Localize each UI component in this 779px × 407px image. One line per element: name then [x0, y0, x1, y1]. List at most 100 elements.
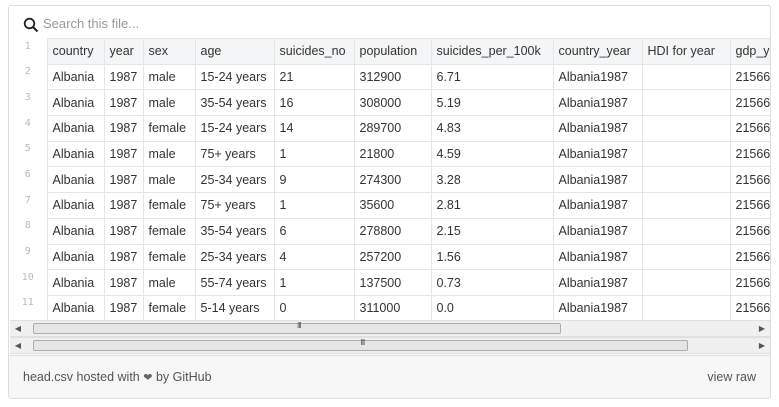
- table-cell: [641, 192, 731, 219]
- table-cell: 14: [273, 115, 355, 142]
- table-cell: male: [142, 89, 196, 117]
- table-cell: 3.28: [430, 166, 554, 194]
- table-cell: 0: [273, 294, 355, 321]
- column-header[interactable]: country_year: [552, 38, 643, 65]
- table-cell: [641, 63, 731, 91]
- column-header[interactable]: suicides_no: [273, 38, 355, 65]
- table-cell: 311000: [353, 294, 432, 321]
- table-cell: Albania: [46, 89, 105, 117]
- hosted-with-text: hosted with: [76, 370, 140, 384]
- table-cell: 21566: [729, 166, 770, 194]
- table-cell: 312900: [353, 63, 432, 91]
- scroll-right-arrow-icon[interactable]: ▶: [754, 321, 770, 336]
- table-cell: 21566: [729, 115, 770, 142]
- table-cell: 1987: [103, 192, 144, 219]
- table-cell: 5-14 years: [194, 294, 275, 321]
- table-cell: 1.56: [430, 243, 554, 271]
- table-row: 5 Albania 1987 male 75+ years 1 21800 4.59 Alban…: [9, 140, 770, 168]
- table-cell: Albania1987: [552, 166, 643, 194]
- table-cell: 21566: [729, 269, 770, 296]
- csv-table-viewport[interactable]: 1 country year sex age suicides_no population s…: [9, 38, 770, 321]
- scroll-thumb[interactable]: III: [33, 338, 688, 351]
- table-cell: 1987: [103, 89, 144, 117]
- scroll-left-arrow-icon[interactable]: ◀: [10, 321, 26, 336]
- table-cell: Albania: [46, 269, 105, 296]
- table-cell: [641, 89, 731, 117]
- table-cell: 1987: [103, 294, 144, 321]
- line-number[interactable]: 1: [9, 38, 48, 65]
- scroll-grip-icon: III: [297, 321, 302, 330]
- table-cell: 15-24 years: [194, 115, 275, 142]
- heart-icon: ❤: [143, 372, 153, 384]
- scroll-left-arrow-icon[interactable]: ◀: [10, 338, 26, 353]
- table-cell: 75+ years: [194, 192, 275, 219]
- table-cell: 257200: [353, 243, 432, 271]
- table-cell: 1987: [103, 217, 144, 245]
- column-header[interactable]: age: [194, 38, 275, 65]
- table-row: 3 Albania 1987 male 35-54 years 16 308000 5.19 A…: [9, 89, 770, 117]
- github-link[interactable]: GitHub: [173, 370, 212, 384]
- csv-table: 1 country year sex age suicides_no population s…: [9, 38, 770, 321]
- table-cell: [641, 243, 731, 271]
- column-header[interactable]: population: [353, 38, 432, 65]
- table-cell: 21566: [729, 192, 770, 219]
- table-cell: female: [142, 243, 196, 271]
- table-cell: 0.0: [430, 294, 554, 321]
- outer-horizontal-scrollbar[interactable]: ◀ III ▶: [10, 337, 770, 354]
- line-number[interactable]: 11: [9, 295, 48, 321]
- table-cell: female: [142, 217, 196, 245]
- table-cell: 2.81: [430, 192, 554, 219]
- line-number[interactable]: 9: [9, 244, 48, 270]
- table-cell: Albania1987: [552, 294, 643, 321]
- column-header[interactable]: country: [46, 38, 105, 65]
- table-cell: 0.73: [430, 269, 554, 296]
- line-number[interactable]: 4: [9, 115, 48, 142]
- column-header[interactable]: gdp_y: [729, 38, 770, 65]
- search-input[interactable]: [43, 13, 443, 33]
- table-cell: Albania: [46, 294, 105, 321]
- column-header[interactable]: sex: [142, 38, 196, 65]
- table-cell: female: [142, 192, 196, 219]
- scroll-thumb[interactable]: III: [33, 321, 561, 334]
- table-cell: 25-34 years: [194, 166, 275, 194]
- table-cell: 55-74 years: [194, 269, 275, 296]
- column-header[interactable]: year: [103, 38, 144, 65]
- table-cell: 1987: [103, 140, 144, 168]
- table-cell: 21800: [353, 140, 432, 168]
- line-number[interactable]: 3: [9, 89, 48, 116]
- table-cell: 21566: [729, 63, 770, 91]
- table-cell: [641, 294, 731, 321]
- inner-horizontal-scrollbar[interactable]: ◀ III ▶: [10, 320, 770, 337]
- table-cell: 6.71: [430, 63, 554, 91]
- table-cell: 5.19: [430, 89, 554, 117]
- line-number[interactable]: 6: [9, 166, 48, 193]
- line-number[interactable]: 2: [9, 64, 48, 90]
- table-cell: Albania: [46, 192, 105, 219]
- table-cell: 21: [273, 63, 355, 91]
- scroll-right-arrow-icon[interactable]: ▶: [754, 338, 770, 353]
- table-cell: 16: [273, 89, 355, 117]
- line-number[interactable]: 8: [9, 218, 48, 244]
- line-number[interactable]: 7: [9, 192, 48, 219]
- table-row: 11 Albania 1987 female 5-14 years 0 311000 0.0 A…: [9, 294, 770, 321]
- table-cell: [641, 140, 731, 168]
- table-cell: [641, 115, 731, 142]
- table-cell: Albania: [46, 217, 105, 245]
- column-header[interactable]: HDI for year: [641, 38, 731, 65]
- table-cell: 2.15: [430, 217, 554, 245]
- view-raw-link[interactable]: view raw: [707, 370, 756, 384]
- file-name-link[interactable]: head.csv: [23, 370, 73, 384]
- table-cell: Albania1987: [552, 269, 643, 296]
- table-cell: [641, 166, 731, 194]
- table-cell: 21566: [729, 89, 770, 117]
- table-cell: 15-24 years: [194, 63, 275, 91]
- table-cell: Albania1987: [552, 89, 643, 117]
- table-cell: 1987: [103, 166, 144, 194]
- search-icon: [23, 17, 39, 33]
- line-number[interactable]: 5: [9, 141, 48, 167]
- table-cell: Albania: [46, 140, 105, 168]
- table-cell: 21566: [729, 140, 770, 168]
- line-number[interactable]: 10: [9, 269, 48, 296]
- column-header[interactable]: suicides_per_100k: [430, 38, 554, 65]
- table-cell: female: [142, 115, 196, 142]
